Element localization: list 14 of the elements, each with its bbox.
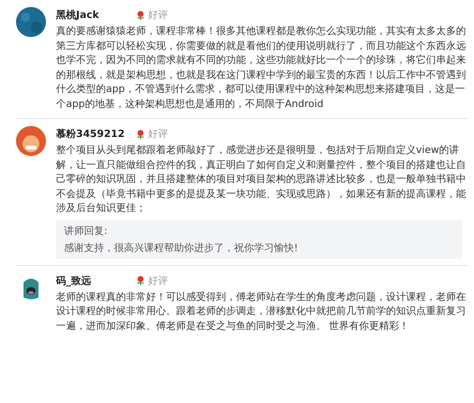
flower-icon: [136, 275, 145, 286]
rating-label: 好评: [148, 9, 168, 22]
review-text: 整个项目从头到尾都跟着老师敲好了，感觉进步还是很明显，包括对于后期自定义view的讲解，让一直只能做组合控件的我，真正明白了如何自定义和测量控件，整个项目的搭建也让自己零碎的知识巩固，并且搭建整体的项目对项目架构的思路讲述比较多，也是一般单独书籍中不会提及（毕竟书籍中更多的是提及某一块功能、实现或思路），如果还有新的提高课程，能涉及后台知识更佳；: [56, 144, 466, 216]
review-text: 老师的课程真的非常好！可以感受得到，傅老师站在学生的角度考虑问题，设计课程，老师在设计课程的时候非常用心。跟着老师的步调走，潜移默化中就把前几节前学的知识点重新复习一遍，进而加深印象。傅老师是在受之与鱼的同时受之与渔。 世界有你更精彩！: [56, 290, 466, 334]
user-name: 码_致远: [56, 274, 92, 288]
reply-label: 讲师回复:: [64, 224, 108, 238]
review-text: 真的要感谢猿猿老师，课程非常棒！很多其他课程都是教你怎么实现功能，其实有太多太多的第三方库都可以轻松实现，你需要做的就是看他们的使用说明就行了，而且功能这个东西永远也学不完，因为不同的需求就有不同的功能，这些功能就好比一个一个的珍珠，将它们串起来的那根线，就是架构思想，也就是我在这门课程中学到的最宝贵的东西！以后工作中不管遇到什么类型的app，不管遇到什么需求，都可以使用课程中的这种架构思想来搭建项目，这是一个app的地基，这种架构思想也是通用的，不局限于Android: [56, 25, 466, 112]
rating-label: 好评: [148, 128, 168, 141]
user-name: 慕粉3459212: [56, 128, 126, 141]
flower-icon: [136, 10, 145, 20]
user-name: 黑桃Jack: [56, 8, 100, 22]
flower-icon: [136, 128, 145, 140]
rating-label: 好评: [148, 274, 168, 288]
reply-text: 感谢支持，很高兴课程帮助你进步了，祝你学习愉快!: [64, 242, 300, 254]
